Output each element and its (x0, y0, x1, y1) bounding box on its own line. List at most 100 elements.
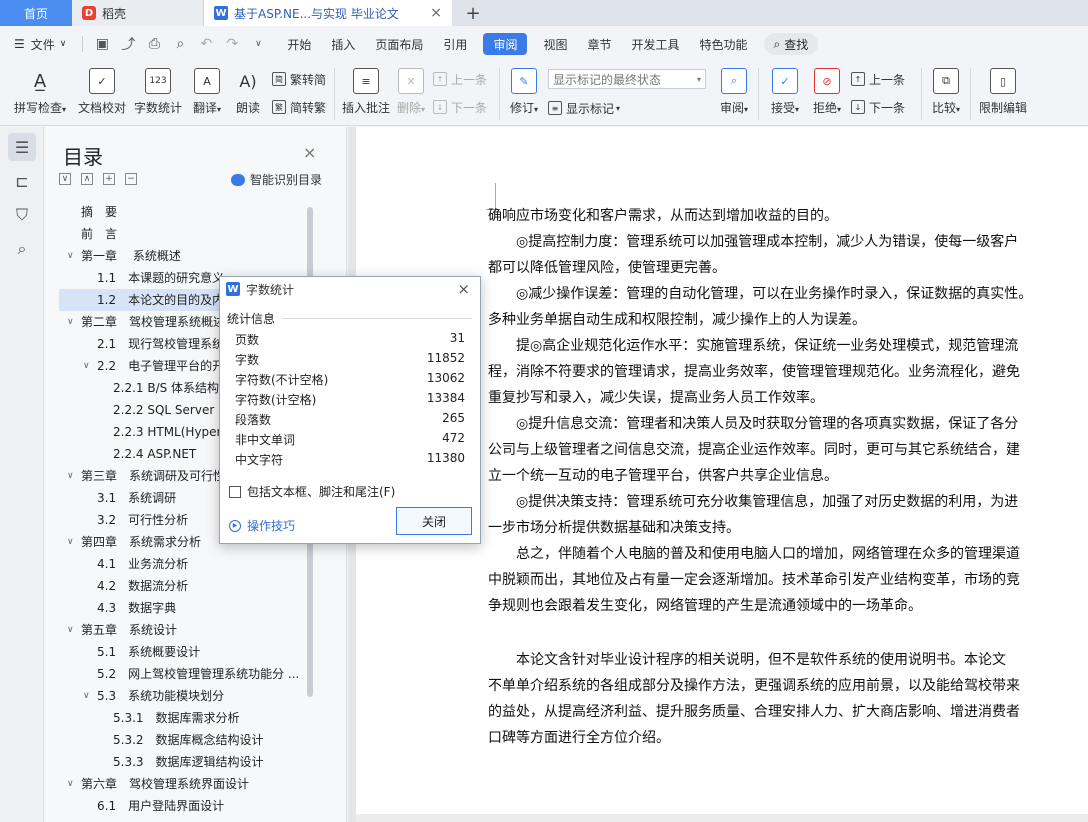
undo-icon[interactable]: ↶ (193, 36, 219, 52)
export-icon[interactable]: ⤴ (115, 34, 141, 54)
print-icon[interactable]: ⎙ (141, 36, 167, 52)
search-box[interactable]: ⌕ 查找 (763, 33, 819, 55)
menu-file-label: 文件 (30, 37, 55, 52)
word-count-button[interactable]: 123 字数统计 (130, 62, 186, 124)
toc-item[interactable]: ∨ 第五章 系统设计 (59, 619, 327, 641)
plus-icon[interactable]: + (103, 173, 115, 185)
menu-developer[interactable]: 开发工具 (621, 26, 689, 62)
chevron-down-icon[interactable]: ∨ (83, 685, 90, 707)
menu-review[interactable]: 审阅 (483, 33, 528, 55)
menu-file[interactable]: 文件 ∨ (29, 26, 77, 62)
new-tab-button[interactable]: + (458, 0, 488, 26)
writer-logo-icon: W (214, 6, 228, 20)
chevron-down-icon[interactable]: ∨ (83, 355, 90, 377)
menu-chapter[interactable]: 章节 (577, 26, 621, 62)
stat-label: 段落数 (235, 413, 272, 427)
toc-item[interactable]: 5.3.3 数据库逻辑结构设计 (59, 751, 327, 773)
tips-label: 操作技巧 (247, 519, 296, 533)
tips-link[interactable]: ▶ 操作技巧 (229, 517, 295, 534)
chevron-down-icon[interactable]: ∨ (67, 245, 74, 267)
toc-item[interactable]: 5.2 网上驾校管理管理系统功能分 ... (59, 663, 327, 685)
tab-home[interactable]: 首页 (0, 0, 72, 26)
horizontal-scrollbar[interactable] (356, 814, 1088, 822)
toc-item[interactable]: 5.3.2 数据库概念结构设计 (59, 729, 327, 751)
close-icon[interactable]: × (303, 143, 316, 162)
doc-proof-button[interactable]: ✓ 文档校对 (74, 62, 130, 124)
smart-toc-button[interactable]: 智能识别目录 (231, 171, 322, 188)
toc-item[interactable]: ∨ 第一章 系统概述 (59, 245, 327, 267)
menu-layout[interactable]: 页面布局 (365, 26, 433, 62)
toc-item[interactable]: 4.1 业务流分析 (59, 553, 327, 575)
lock-doc-icon: ▯ (990, 68, 1016, 94)
document-line: ◎提供决策支持：管理系统可充分收集管理信息，加强了对历史数据的利用，为进 (488, 494, 1019, 510)
menu-view[interactable]: 视图 (533, 26, 577, 62)
chevron-down-icon: ∨ (59, 39, 67, 49)
save-icon[interactable]: ▣ (89, 36, 115, 52)
chevron-down-icon: ▾ (62, 105, 67, 114)
insert-comment-button[interactable]: ≡ 插入批注 (339, 62, 393, 124)
translate-button[interactable]: A 翻译▾ (186, 62, 228, 124)
collapse-all-icon[interactable]: ∨ (59, 173, 71, 185)
chevron-down-icon[interactable]: ∨ (67, 465, 74, 487)
toc-item-label: 2.1 现行驾校管理系统 (97, 337, 225, 351)
toc-item[interactable]: ∨ 5.3 系统功能模块划分 (59, 685, 327, 707)
menu-features[interactable]: 特色功能 (690, 26, 758, 62)
read-aloud-button[interactable]: A) 朗读 (228, 62, 268, 124)
menu-home[interactable]: 开始 (277, 26, 321, 62)
restrict-edit-button[interactable]: ▯ 限制编辑 (975, 62, 1031, 124)
review-pane-button[interactable]: ⌕ 审阅▾ (714, 62, 754, 124)
chevron-down-icon[interactable]: ∨ (67, 531, 74, 553)
next-comment-button[interactable]: ↓ 下一条 (433, 98, 491, 116)
toc-item[interactable]: 6.1 用户登陆界面设计 (59, 795, 327, 817)
next-change-button[interactable]: ↓ 下一条 (851, 98, 913, 116)
delete-comment-button[interactable]: ✕ 删除▾ (393, 62, 429, 124)
close-icon[interactable]: × (457, 280, 470, 298)
simp-to-trad-button[interactable]: 繁简转繁 (272, 98, 326, 116)
customize-icon[interactable]: ∨ (245, 39, 271, 49)
markup-state-select[interactable]: 显示标记的最终状态 ▾ (548, 69, 706, 89)
toc-item[interactable]: ∨ 第六章 驾校管理系统界面设计 (59, 773, 327, 795)
compare-button[interactable]: ⧉ 比较▾ (926, 62, 966, 124)
spell-check-button[interactable]: A̲ 拼写检查▾ (6, 62, 74, 124)
toc-item[interactable]: 摘 要 (59, 201, 327, 223)
folder-nav-icon[interactable]: ⊏ (8, 167, 36, 195)
redo-icon[interactable]: ↷ (219, 36, 245, 52)
chevron-down-icon[interactable]: ∨ (67, 773, 74, 795)
expand-up-icon[interactable]: ∧ (81, 173, 93, 185)
toc-item[interactable]: 4.3 数据字典 (59, 597, 327, 619)
hamburger-icon[interactable]: ☰ (0, 26, 29, 62)
close-button[interactable]: 关闭 (396, 507, 472, 535)
toc-item[interactable]: 前 言 (59, 223, 327, 245)
chevron-down-icon: ▾ (795, 105, 800, 114)
insert-comment-label: 插入批注 (341, 101, 390, 115)
accept-button[interactable]: ✓ 接受▾ (763, 62, 807, 124)
print-preview-icon[interactable]: ⌕ (167, 36, 193, 52)
reject-button[interactable]: ⊘ 拒绝▾ (807, 62, 847, 124)
chevron-down-icon[interactable]: ∨ (67, 619, 74, 641)
menu-insert[interactable]: 插入 (321, 26, 365, 62)
show-markup-button[interactable]: ≡ 显示标记 ▾ (548, 99, 710, 117)
trad-to-simp-button[interactable]: 简繁转简 (272, 70, 326, 88)
chevron-down-icon[interactable]: ∨ (67, 311, 74, 333)
prev-comment-button[interactable]: ↑ 上一条 (433, 70, 491, 88)
toc-item-label: 第四章 系统需求分析 (81, 535, 202, 549)
minus-icon[interactable]: − (125, 173, 137, 185)
include-textbox-checkbox[interactable]: 包括文本框、脚注和尾注(F) (229, 483, 395, 500)
revise-button[interactable]: ✎ 修订▾ (504, 62, 544, 124)
bookmark-icon[interactable]: ⛉ (8, 201, 36, 229)
toc-icon[interactable]: ☰ (8, 133, 36, 161)
tab-document[interactable]: W 基于ASP.NE...与实现 毕业论文 × (204, 0, 452, 26)
document-line: 中脱颖而出，其地位及占有量一定会逐渐增加。技术革命引发产业结构变革，市场的竞 (488, 572, 1020, 588)
menu-references[interactable]: 引用 (433, 26, 477, 62)
search-icon[interactable]: ⌕ (8, 235, 36, 263)
toc-item[interactable]: 5.1 系统概要设计 (59, 641, 327, 663)
prev-change-button[interactable]: ↑ 上一条 (851, 70, 913, 88)
toc-item[interactable]: 5.3.1 数据库需求分析 (59, 707, 327, 729)
toc-item[interactable]: 4.2 数据流分析 (59, 575, 327, 597)
close-tab-icon[interactable]: × (430, 5, 442, 21)
left-sidebar: ☰ ⊏ ⛉ ⌕ (0, 127, 44, 822)
tab-docer[interactable]: D 稻壳 (72, 0, 204, 26)
document-line: 重复抄写和录入，减少失误，提高业务人员工作效率。 (488, 390, 824, 406)
checkbox-box[interactable] (229, 485, 241, 498)
document-line: 本论文含针对毕业设计程序的相关说明，但不是软件系统的使用说明书。本论文 (488, 652, 1006, 668)
